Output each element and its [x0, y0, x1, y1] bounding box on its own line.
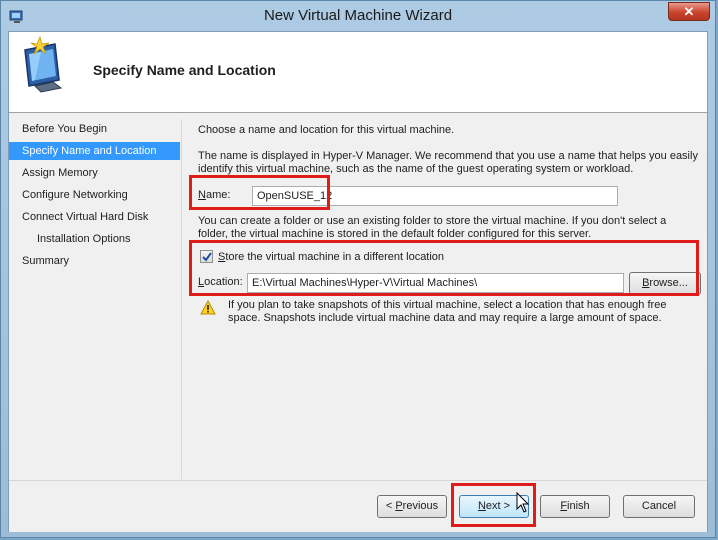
- store-label-text: tore the virtual machine in a different …: [225, 251, 445, 263]
- mouse-cursor-icon: [516, 492, 530, 513]
- name-label: Name:: [198, 188, 230, 202]
- wizard-window: New Virtual Machine Wizard ✕ Specify Nam…: [0, 0, 716, 538]
- nav-item-summary[interactable]: Summary: [9, 252, 180, 270]
- previous-text: revious: [402, 500, 439, 512]
- nav-item-installation-options[interactable]: Installation Options: [9, 230, 180, 248]
- checkmark-icon: [202, 252, 212, 262]
- wizard-header: Specify Name and Location: [9, 32, 707, 113]
- nav-item-specify-name-and-location[interactable]: Specify Name and Location: [9, 142, 180, 160]
- next-access-key: N: [477, 500, 486, 512]
- warning-line-1: If you plan to take snapshots of this vi…: [228, 299, 667, 311]
- warning-icon: [200, 300, 216, 315]
- browse-text: rowse...: [649, 277, 688, 289]
- nav-item-before-you-begin[interactable]: Before You Begin: [9, 120, 180, 138]
- store-location-label[interactable]: Store the virtual machine in a different…: [218, 250, 444, 264]
- close-button[interactable]: ✕: [668, 2, 710, 21]
- store-location-checkbox[interactable]: [200, 250, 213, 263]
- name-label-access-key: N: [198, 189, 206, 201]
- wizard-content: Choose a name and location for this virt…: [181, 113, 709, 480]
- wizard-step-list: Before You Begin Specify Name and Locati…: [9, 113, 180, 480]
- name-help-line-1: The name is displayed in Hyper-V Manager…: [198, 150, 698, 162]
- name-input[interactable]: OpenSUSE_12: [252, 186, 618, 206]
- warning-line-2: space. Snapshots include virtual machine…: [228, 312, 662, 324]
- window-title: New Virtual Machine Wizard: [263, 7, 453, 24]
- location-label: Location:: [198, 275, 243, 289]
- wizard-computer-icon: [24, 36, 63, 93]
- previous-access-key: P: [395, 500, 403, 512]
- location-input[interactable]: E:\Virtual Machines\Hyper-V\Virtual Mach…: [247, 273, 624, 293]
- wizard-client-area: Specify Name and Location Before You Beg…: [8, 31, 708, 532]
- wizard-footer: < Previous Next > Finish Cancel: [9, 480, 707, 532]
- wizard-body: Before You Begin Specify Name and Locati…: [9, 113, 707, 480]
- location-label-text: ocation:: [204, 276, 243, 288]
- folder-help-line-1: You can create a folder or use an existi…: [198, 215, 667, 227]
- content-divider: [181, 119, 182, 479]
- folder-help-line-2: folder, the virtual machine is stored in…: [198, 228, 592, 240]
- page-title: Specify Name and Location: [93, 62, 276, 78]
- nav-item-connect-virtual-hard-disk[interactable]: Connect Virtual Hard Disk: [9, 208, 180, 226]
- name-help-line-2: identify this virtual machine, such as t…: [198, 163, 634, 175]
- cancel-button[interactable]: Cancel: [623, 495, 695, 518]
- finish-button[interactable]: Finish: [540, 495, 610, 518]
- previous-prefix: <: [385, 500, 396, 512]
- name-label-text: ame:: [205, 189, 231, 201]
- nav-item-configure-networking[interactable]: Configure Networking: [9, 186, 180, 204]
- next-text: ext >: [485, 500, 511, 512]
- title-bar[interactable]: New Virtual Machine Wizard ✕: [1, 1, 715, 31]
- nav-item-assign-memory[interactable]: Assign Memory: [9, 164, 180, 182]
- intro-text: Choose a name and location for this virt…: [198, 124, 455, 136]
- browse-button[interactable]: Browse...: [629, 272, 701, 295]
- finish-text: inish: [567, 500, 590, 512]
- previous-button[interactable]: < Previous: [377, 495, 447, 518]
